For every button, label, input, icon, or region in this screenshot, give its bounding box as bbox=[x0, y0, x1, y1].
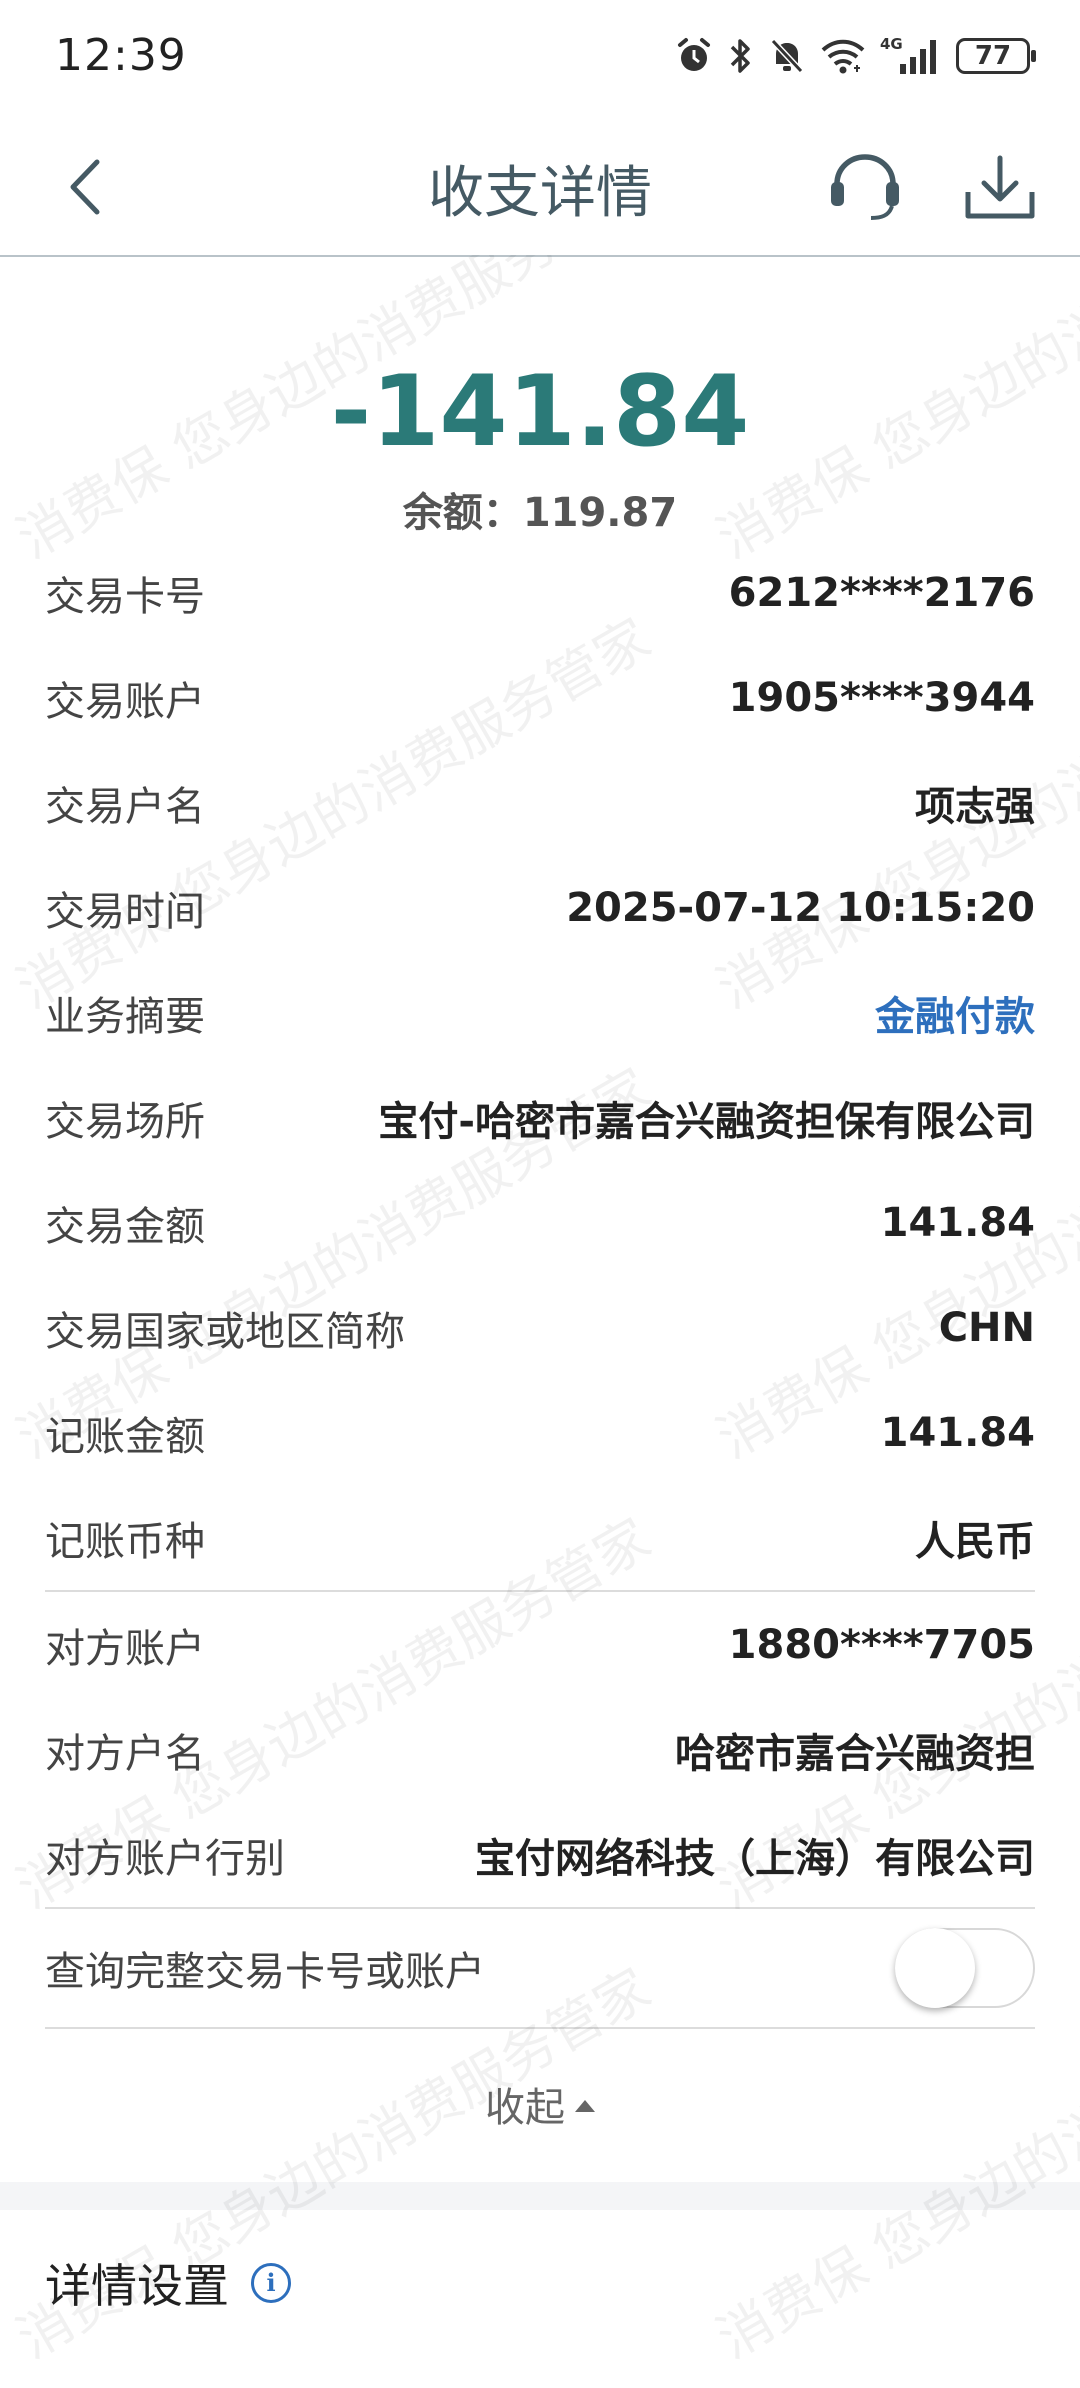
status-icons: 4G 77 bbox=[674, 32, 1036, 80]
detail-settings-header: 详情设置 i bbox=[45, 2250, 291, 2316]
detail-label: 交易时间 bbox=[45, 888, 205, 935]
counterparty-row-account: 对方账户 1880****7705 bbox=[45, 1592, 1035, 1697]
detail-value: 项志强 bbox=[915, 783, 1035, 830]
customer-service-button[interactable] bbox=[825, 148, 905, 228]
detail-value: 人民币 bbox=[915, 1518, 1035, 1565]
detail-label: 交易金额 bbox=[45, 1203, 205, 1250]
bluetooth-icon bbox=[728, 36, 754, 76]
query-full-toggle[interactable] bbox=[895, 1928, 1035, 2008]
detail-label: 交易国家或地区简称 bbox=[45, 1308, 405, 1355]
detail-list: 交易卡号 6212****2176 交易账户 1905****3944 交易户名… bbox=[45, 540, 1035, 2029]
detail-label: 业务摘要 bbox=[45, 993, 205, 1040]
toggle-knob bbox=[895, 1928, 975, 2008]
detail-label: 记账金额 bbox=[45, 1413, 205, 1460]
balance-line: 余额：119.87 bbox=[0, 480, 1080, 538]
page-title: 收支详情 bbox=[428, 161, 652, 226]
detail-value: 2025-07-12 10:15:20 bbox=[566, 884, 1035, 931]
detail-row-currency: 记账币种 人民币 bbox=[45, 1485, 1035, 1590]
settings-title: 详情设置 bbox=[45, 2259, 229, 2313]
detail-row-booking-amount: 记账金额 141.84 bbox=[45, 1380, 1035, 1485]
counterparty-row-bank: 对方账户行别 宝付网络科技（上海）有限公司 bbox=[45, 1802, 1035, 1907]
download-button[interactable] bbox=[960, 148, 1040, 228]
mute-icon bbox=[768, 36, 806, 76]
detail-value: 宝付-哈密市嘉合兴融资担保有限公司 bbox=[378, 1098, 1035, 1145]
detail-value: 1905****3944 bbox=[728, 674, 1035, 721]
detail-value: 1880****7705 bbox=[728, 1621, 1035, 1668]
section-gap bbox=[0, 2182, 1080, 2210]
detail-row-time: 交易时间 2025-07-12 10:15:20 bbox=[45, 855, 1035, 960]
detail-value: CHN bbox=[938, 1304, 1035, 1351]
battery-indicator: 77 bbox=[956, 38, 1036, 74]
info-icon[interactable]: i bbox=[251, 2263, 291, 2303]
balance-label: 余额： bbox=[402, 490, 523, 536]
detail-label: 对方账户行别 bbox=[45, 1835, 285, 1882]
caret-up-icon bbox=[575, 2100, 595, 2112]
transaction-amount: -141.84 bbox=[330, 355, 750, 469]
detail-row-amount: 交易金额 141.84 bbox=[45, 1170, 1035, 1275]
detail-value: 哈密市嘉合兴融资担 bbox=[675, 1730, 1035, 1777]
alarm-icon bbox=[674, 36, 714, 76]
detail-row-account: 交易账户 1905****3944 bbox=[45, 645, 1035, 750]
detail-label: 交易卡号 bbox=[45, 573, 205, 620]
headset-icon bbox=[825, 154, 905, 232]
detail-row-summary: 业务摘要 金融付款 bbox=[45, 960, 1035, 1065]
detail-row-card-number: 交易卡号 6212****2176 bbox=[45, 540, 1035, 645]
detail-label: 交易户名 bbox=[45, 783, 205, 830]
detail-row-country: 交易国家或地区简称 CHN bbox=[45, 1275, 1035, 1380]
status-time: 12:39 bbox=[55, 30, 187, 81]
signal-4g-icon: 4G bbox=[880, 34, 942, 78]
detail-label: 交易账户 bbox=[45, 678, 205, 725]
detail-label: 交易场所 bbox=[45, 1098, 205, 1145]
wifi-icon bbox=[820, 36, 866, 76]
detail-row-account-name: 交易户名 项志强 bbox=[45, 750, 1035, 855]
download-icon bbox=[960, 155, 1040, 232]
query-full-label: 查询完整交易卡号或账户 bbox=[45, 1949, 485, 1995]
detail-value: 宝付网络科技（上海）有限公司 bbox=[475, 1835, 1035, 1882]
counterparty-row-name: 对方户名 哈密市嘉合兴融资担 bbox=[45, 1697, 1035, 1802]
detail-label: 对方账户 bbox=[45, 1625, 205, 1672]
detail-value: 141.84 bbox=[880, 1199, 1035, 1246]
app-header: 收支详情 bbox=[0, 120, 1080, 257]
balance-value: 119.87 bbox=[522, 490, 678, 536]
collapse-label: 收起 bbox=[485, 2085, 565, 2131]
detail-value: 141.84 bbox=[880, 1409, 1035, 1456]
section-divider bbox=[45, 2027, 1035, 2029]
detail-row-merchant: 交易场所 宝付-哈密市嘉合兴融资担保有限公司 bbox=[45, 1065, 1035, 1170]
detail-label: 记账币种 bbox=[45, 1518, 205, 1565]
detail-label: 对方户名 bbox=[45, 1730, 205, 1777]
business-summary-link[interactable]: 金融付款 bbox=[875, 984, 1035, 1042]
status-bar: 12:39 4G 77 bbox=[0, 0, 1080, 120]
svg-text:4G: 4G bbox=[880, 35, 903, 53]
query-full-row: 查询完整交易卡号或账户 bbox=[45, 1909, 1035, 2027]
collapse-button[interactable]: 收起 bbox=[0, 2075, 1080, 2133]
detail-value: 6212****2176 bbox=[728, 569, 1035, 616]
